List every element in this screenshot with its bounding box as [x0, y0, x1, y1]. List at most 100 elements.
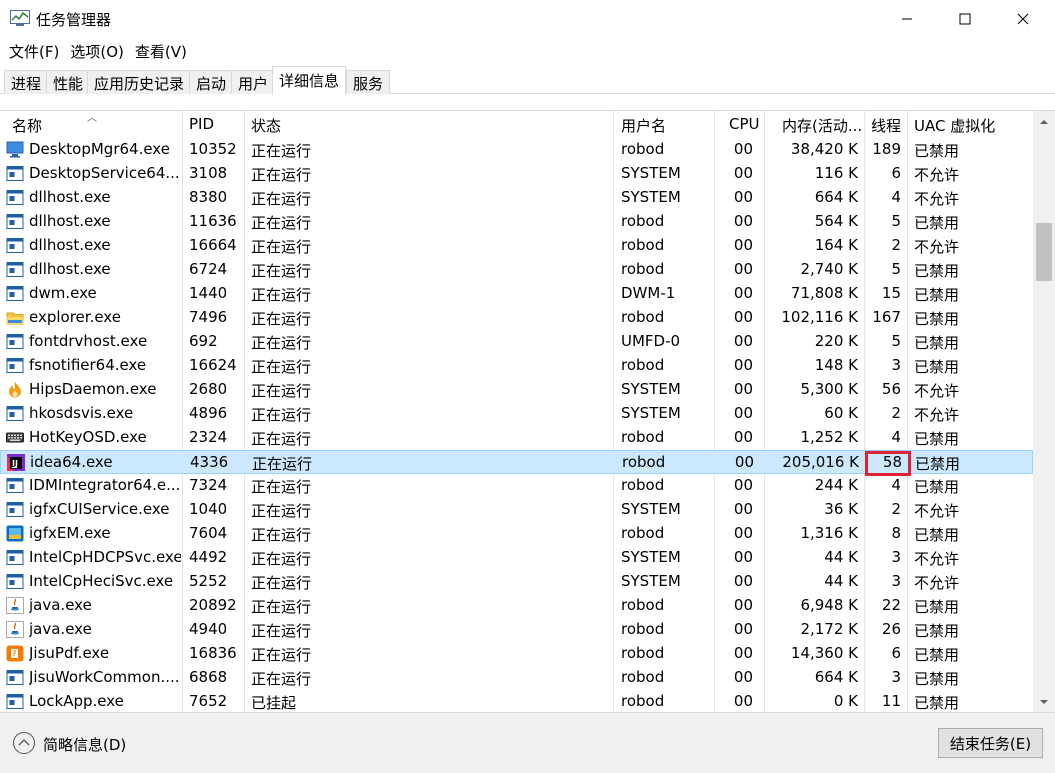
process-status: 正在运行 — [251, 238, 312, 256]
table-row[interactable]: dllhost.exe 16664 正在运行 robod 00 164 K 2 不允许 — [0, 234, 1033, 258]
tab-processes[interactable]: 进程 — [4, 70, 49, 94]
table-row[interactable]: HotKeyOSD.exe 2324 正在运行 robod 00 1,252 K 4 已禁用 — [0, 426, 1033, 450]
column-header-cpu[interactable]: CPU — [729, 111, 760, 138]
process-pid: 3108 — [189, 164, 228, 182]
table-row[interactable]: dwm.exe 1440 正在运行 DWM-1 00 71,808 K 15 已禁用 — [0, 282, 1033, 306]
minimize-button[interactable] — [884, 0, 930, 38]
process-status: 正在运行 — [251, 502, 312, 520]
process-user: robod — [621, 140, 665, 158]
process-name: java.exe — [29, 596, 92, 614]
process-threads: 189 — [872, 140, 901, 158]
table-row[interactable]: JisuPdf.exe 16836 正在运行 robod 00 14,360 K 6 已禁用 — [0, 642, 1033, 666]
table-row[interactable]: fsnotifier64.exe 16624 正在运行 robod 00 148 K 3 已禁… — [0, 354, 1033, 378]
process-status: 正在运行 — [251, 358, 312, 376]
table-row[interactable]: java.exe 4940 正在运行 robod 00 2,172 K 26 已禁用 — [0, 618, 1033, 642]
intellij-idea-icon: IJ — [7, 454, 25, 471]
table-row[interactable]: IntelCpHeciSvc.exe 5252 正在运行 SYSTEM 00 44 K 3不… — [0, 570, 1033, 594]
process-threads: 167 — [872, 308, 901, 326]
end-task-button[interactable]: 结束任务(E) — [938, 728, 1043, 758]
column-header-user[interactable]: 用户名 — [621, 111, 666, 138]
menu-view[interactable]: 查看(V) — [135, 38, 187, 64]
process-name: IntelCpHDCPSvc.exe — [29, 548, 181, 566]
table-row[interactable]: dllhost.exe 6724 正在运行 robod 00 2,740 K 5 已禁用 — [0, 258, 1033, 282]
menu-file[interactable]: 文件(F) — [9, 38, 59, 64]
process-threads: 4 — [891, 188, 901, 206]
table-row[interactable]: IDMIntegrator64.e... 7324 正在运行 robod 00 244 K… — [0, 474, 1033, 498]
shield-flame-icon — [9, 382, 21, 398]
table-row[interactable]: IntelCpHDCPSvc.exe 4492 正在运行 SYSTEM 00 44 K 3不… — [0, 546, 1033, 570]
generic-exe-icon — [6, 358, 24, 373]
table-row[interactable]: HipsDaemon.exe 2680 正在运行 SYSTEM 00 5,300 K 56 不… — [0, 378, 1033, 402]
process-cpu: 00 — [733, 620, 753, 638]
process-memory: 60 K — [824, 404, 858, 422]
process-memory: 148 K — [814, 356, 858, 374]
vertical-scrollbar[interactable] — [1033, 111, 1055, 712]
process-threads: 5 — [891, 332, 901, 350]
close-button[interactable] — [1000, 0, 1046, 38]
table-row-selected[interactable]: IJ idea64.exe 4336 正在运行 robod 00 205,016 K 58 已禁… — [0, 450, 1033, 476]
process-memory: 664 K — [814, 668, 858, 686]
table-row[interactable]: dllhost.exe 8380 正在运行 SYSTEM 00 664 K 4 不允许 — [0, 186, 1033, 210]
process-memory: 71,808 K — [790, 284, 858, 302]
process-name: igfxCUIService.exe — [29, 500, 170, 518]
fewer-details-chevron-up-icon[interactable] — [12, 731, 36, 755]
table-row[interactable]: hkosdsvis.exe 4896 正在运行 SYSTEM 00 60 K 2 不允许 — [0, 402, 1033, 426]
folder-icon — [6, 312, 24, 325]
fewer-details-link[interactable]: 简略信息(D) — [43, 734, 126, 755]
table-row[interactable]: dllhost.exe 11636 正在运行 robod 00 564 K 5 已禁用 — [0, 210, 1033, 234]
column-header-uac[interactable]: UAC 虚拟化 — [914, 111, 995, 138]
tab-details[interactable]: 详细信息 — [272, 66, 347, 95]
process-cpu: 00 — [733, 572, 753, 590]
tab-services[interactable]: 服务 — [346, 70, 391, 94]
process-cpu: 00 — [733, 428, 753, 446]
process-status: 正在运行 — [251, 286, 312, 304]
table-header: ︿ 名称 PID 状态 用户名 CPU 内存(活动... 线程 UAC 虚拟化 — [0, 111, 1033, 138]
table-row[interactable]: igfxEM.exe 7604 正在运行 robod 00 1,316 K 8 已禁用 — [0, 522, 1033, 546]
generic-exe-icon — [6, 550, 24, 565]
generic-exe-icon — [6, 286, 24, 301]
table-row[interactable]: fontdrvhost.exe 692 正在运行 UMFD-0 00 220 K 5 已禁用 — [0, 330, 1033, 354]
process-cpu: 00 — [734, 453, 754, 471]
tab-startup[interactable]: 启动 — [189, 70, 234, 94]
process-status: 正在运行 — [251, 598, 312, 616]
process-pid: 6724 — [189, 260, 228, 278]
column-header-memory[interactable]: 内存(活动... — [782, 111, 862, 138]
java-icon — [6, 597, 24, 614]
process-user: SYSTEM — [621, 500, 681, 518]
process-threads: 6 — [891, 164, 901, 182]
table-row[interactable]: igfxCUIService.exe 1040 正在运行 SYSTEM 00 36 K 2不… — [0, 498, 1033, 522]
table-row[interactable]: JisuWorkCommon.... 6868 正在运行 robod 00 664 K 3已… — [0, 666, 1033, 690]
table-row[interactable]: DesktopMgr64.exe 10352 正在运行 robod 00 38,420 K… — [0, 138, 1033, 162]
tab-users[interactable]: 用户 — [231, 70, 276, 94]
process-pid: 7652 — [189, 692, 228, 710]
menu-options[interactable]: 选项(O) — [70, 38, 124, 64]
process-cpu: 00 — [733, 164, 753, 182]
process-memory: 2,740 K — [800, 260, 858, 278]
scroll-down-icon[interactable] — [1037, 695, 1051, 709]
maximize-button[interactable] — [942, 0, 988, 38]
tab-strip: 进程 性能 应用历史记录 启动 用户 详细信息 服务 — [0, 66, 1055, 95]
process-threads: 4 — [891, 428, 901, 446]
process-uac: 不允许 — [914, 574, 960, 592]
process-pid: 1440 — [189, 284, 228, 302]
tab-performance[interactable]: 性能 — [46, 70, 91, 94]
table-row[interactable]: java.exe 20892 正在运行 robod 00 6,948 K 22 已禁用 — [0, 594, 1033, 618]
process-memory: 102,116 K — [781, 308, 858, 326]
process-name: dwm.exe — [29, 284, 97, 302]
process-uac: 不允许 — [914, 166, 960, 184]
column-header-pid[interactable]: PID — [189, 111, 214, 138]
process-user: DWM-1 — [621, 284, 676, 302]
generic-exe-icon — [6, 478, 24, 493]
column-header-threads[interactable]: 线程 — [871, 111, 901, 138]
scrollbar-thumb[interactable] — [1036, 223, 1052, 281]
table-row[interactable]: DesktopService64.... 3108 正在运行 SYSTEM 00 116 … — [0, 162, 1033, 186]
process-cpu: 00 — [733, 404, 753, 422]
process-name: dllhost.exe — [29, 260, 111, 278]
table-row[interactable]: LockApp.exe 7652 已挂起 robod 00 0 K 11 已禁用 — [0, 690, 1033, 712]
column-header-status[interactable]: 状态 — [251, 111, 281, 138]
process-user: SYSTEM — [621, 404, 681, 422]
tab-app-history[interactable]: 应用历史记录 — [87, 70, 192, 94]
table-row[interactable]: explorer.exe 7496 正在运行 robod 00 102,116 K 167 已… — [0, 306, 1033, 330]
scroll-up-icon[interactable] — [1037, 115, 1051, 129]
column-header-name[interactable]: 名称 — [12, 111, 42, 138]
